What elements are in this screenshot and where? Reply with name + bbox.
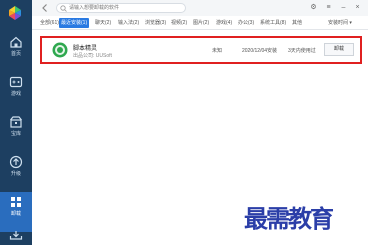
uninstall-button[interactable]: 卸载 <box>324 43 354 56</box>
settings-icon[interactable]: ⚙ <box>309 3 318 12</box>
upgrade-icon <box>9 155 23 169</box>
app-logo-icon <box>9 6 21 20</box>
tab-system-tools[interactable]: 系统工具(8) <box>260 18 286 28</box>
tab-other[interactable]: 其他 <box>292 18 302 28</box>
sidebar-item-label: 游戏 <box>10 91 21 97</box>
sidebar: 首页 游戏 宝库 升级 卸载 <box>0 0 32 245</box>
sidebar-item-home[interactable]: 首页 <box>0 32 32 72</box>
game-icon <box>9 76 23 88</box>
home-icon <box>10 36 22 48</box>
tab-browser[interactable]: 浏览器(3) <box>145 18 166 28</box>
app-publisher: 出品公司: UUSoft <box>73 53 112 59</box>
sidebar-item-label: 首页 <box>10 51 21 57</box>
app-icon <box>52 42 68 58</box>
tab-recent[interactable]: 最近安装(1) <box>59 18 90 28</box>
tab-chat[interactable]: 聊天(2) <box>95 18 111 28</box>
close-icon[interactable]: × <box>353 3 362 12</box>
treasure-icon <box>10 116 22 128</box>
chevron-down-icon: ▾ <box>349 20 352 26</box>
tab-video[interactable]: 视频(2) <box>171 18 187 28</box>
sort-label: 安装时间 <box>328 20 349 26</box>
menu-icon[interactable]: ≡ <box>324 3 333 12</box>
sidebar-item-game[interactable]: 游戏 <box>0 72 32 112</box>
tab-image[interactable]: 图片(2) <box>193 18 209 28</box>
uninstall-icon <box>11 197 21 207</box>
search-icon <box>60 5 67 12</box>
watermark-text: 最需教育 <box>244 204 334 233</box>
sort-dropdown[interactable]: 安装时间 ▾ <box>328 18 366 28</box>
tab-input-method[interactable]: 输入法(2) <box>118 18 139 28</box>
sidebar-item-label: 升级 <box>10 171 21 177</box>
search-box[interactable] <box>56 3 186 13</box>
tab-game[interactable]: 游戏(4) <box>216 18 232 28</box>
top-bar: ⚙ ≡ – × <box>32 0 368 16</box>
app-list-item[interactable]: 脚本精灵 出品公司: UUSoft 未知 2020/12/04安装 3天内使用过… <box>40 36 362 64</box>
app-usage: 3天内使用过 <box>288 48 316 54</box>
app-install-date: 2020/12/04安装 <box>242 48 278 54</box>
sidebar-item-treasure[interactable]: 宝库 <box>0 112 32 152</box>
minimize-icon[interactable]: – <box>339 3 348 12</box>
back-arrow-icon[interactable] <box>40 3 50 13</box>
sidebar-item-label: 宝库 <box>10 131 21 137</box>
sidebar-item-upgrade[interactable]: 升级 <box>0 152 32 192</box>
tab-all[interactable]: 全部(61) <box>40 18 59 28</box>
download-tray-icon[interactable] <box>9 230 23 240</box>
category-tabs: 全部(61) 最近安装(1) 聊天(2) 输入法(2) 浏览器(3) 视频(2)… <box>32 16 368 30</box>
sidebar-item-uninstall[interactable]: 卸载 <box>0 192 32 232</box>
tab-office[interactable]: 办公(3) <box>238 18 254 28</box>
search-input[interactable] <box>69 4 181 12</box>
sidebar-item-label: 卸载 <box>10 211 21 217</box>
app-size: 未知 <box>212 48 223 54</box>
app-name: 脚本精灵 <box>73 46 98 52</box>
